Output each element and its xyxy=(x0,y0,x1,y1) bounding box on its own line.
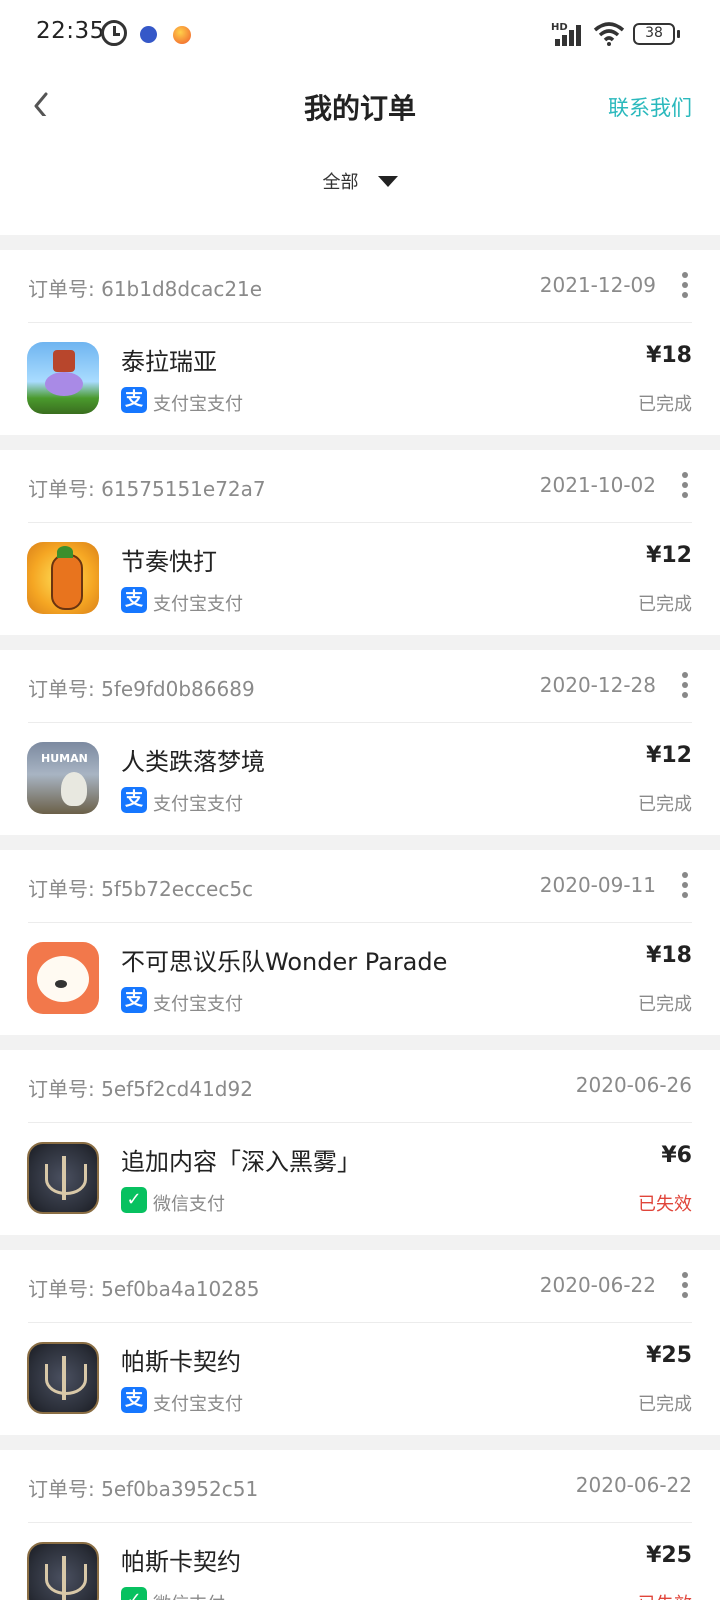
payment-method: 支付宝支付 xyxy=(153,1394,243,1415)
order-card[interactable]: 订单号: 5fe9fd0b86689 2020-12-28 人类跌落梦境 支 支… xyxy=(0,635,720,835)
order-number: 订单号: 5ef5f2cd41d92 xyxy=(28,1077,253,1101)
cell-signal-icon xyxy=(555,24,585,46)
product-name: 人类跌落梦境 xyxy=(121,748,265,776)
wechat-pay-icon: ✓ xyxy=(121,1187,147,1213)
terraria-icon xyxy=(27,342,99,414)
order-status: 已完成 xyxy=(638,794,692,815)
caret-down-icon xyxy=(377,175,398,187)
pascal-icon xyxy=(27,1342,99,1414)
order-header: 订单号: 61b1d8dcac21e 2021-12-09 xyxy=(28,250,692,323)
product-name: 不可思议乐队Wonder Parade xyxy=(121,948,448,976)
order-status: 已完成 xyxy=(638,594,692,615)
rhythm-icon xyxy=(27,542,99,614)
wifi-icon xyxy=(593,22,625,46)
order-price: ¥6 xyxy=(661,1143,692,1168)
order-price: ¥25 xyxy=(646,1343,692,1368)
order-date: 2020-09-11 xyxy=(539,873,656,897)
order-price: ¥18 xyxy=(646,943,692,968)
order-header: 订单号: 61575151e72a7 2021-10-02 xyxy=(28,450,692,523)
product-name: 追加内容「深入黑雾」 xyxy=(121,1148,361,1176)
alipay-icon: 支 xyxy=(121,587,147,613)
pascal-icon xyxy=(27,1542,99,1600)
order-number: 订单号: 61575151e72a7 xyxy=(28,477,266,501)
order-date: 2021-12-09 xyxy=(539,273,656,297)
notification-app-icon xyxy=(140,26,157,43)
payment-method: 微信支付 xyxy=(153,1590,225,1600)
status-time: 22:35 xyxy=(36,18,105,44)
alarm-icon xyxy=(101,20,127,46)
payment-method: 支付宝支付 xyxy=(153,794,243,815)
product-name: 帕斯卡契约 xyxy=(121,1548,241,1576)
product-name: 泰拉瑞亚 xyxy=(121,348,217,376)
order-filter-dropdown[interactable]: 全部 xyxy=(0,168,720,228)
order-header: 订单号: 5f5b72eccec5c 2020-09-11 xyxy=(28,850,692,923)
order-number: 订单号: 5f5b72eccec5c xyxy=(28,877,254,901)
order-number: 订单号: 61b1d8dcac21e xyxy=(28,277,263,301)
contact-us-link[interactable]: 联系我们 xyxy=(608,92,692,122)
order-number: 订单号: 5ef0ba3952c51 xyxy=(28,1477,259,1501)
order-status: 已失效 xyxy=(638,1590,692,1600)
order-date: 2020-12-28 xyxy=(539,673,656,697)
order-number: 订单号: 5ef0ba4a10285 xyxy=(28,1277,260,1301)
order-card[interactable]: 订单号: 5ef0ba3952c51 2020-06-22 帕斯卡契约 ✓ 微信… xyxy=(0,1435,720,1600)
order-price: ¥12 xyxy=(646,543,692,568)
order-price: ¥18 xyxy=(646,343,692,368)
order-date: 2021-10-02 xyxy=(539,473,656,497)
order-card[interactable]: 订单号: 5ef0ba4a10285 2020-06-22 帕斯卡契约 支 支付… xyxy=(0,1235,720,1435)
payment-method: 支付宝支付 xyxy=(153,594,243,615)
order-date: 2020-06-22 xyxy=(575,1473,692,1497)
product-name: 节奏快打 xyxy=(121,548,217,576)
order-list: 订单号: 61b1d8dcac21e 2021-12-09 泰拉瑞亚 支 支付宝… xyxy=(0,235,720,1600)
order-card[interactable]: 订单号: 5f5b72eccec5c 2020-09-11 不可思议乐队Wond… xyxy=(0,835,720,1035)
header: 我的订单 联系我们 xyxy=(0,70,720,140)
wechat-pay-icon: ✓ xyxy=(121,1587,147,1600)
filter-label: 全部 xyxy=(322,172,359,193)
payment-method: 支付宝支付 xyxy=(153,394,243,415)
order-date: 2020-06-26 xyxy=(575,1073,692,1097)
more-options-icon[interactable] xyxy=(682,472,688,498)
alipay-icon: 支 xyxy=(121,387,147,413)
status-bar: 22:35 HD 38 xyxy=(0,0,720,70)
more-options-icon[interactable] xyxy=(682,1272,688,1298)
bear-icon xyxy=(27,942,99,1014)
order-header: 订单号: 5fe9fd0b86689 2020-12-28 xyxy=(28,650,692,723)
order-price: ¥12 xyxy=(646,743,692,768)
notification-app-icon xyxy=(173,26,191,44)
product-name: 帕斯卡契约 xyxy=(121,1348,241,1376)
order-date: 2020-06-22 xyxy=(539,1273,656,1297)
order-header: 订单号: 5ef5f2cd41d92 2020-06-26 xyxy=(28,1050,692,1123)
order-header: 订单号: 5ef0ba3952c51 2020-06-22 xyxy=(28,1450,692,1523)
order-status: 已完成 xyxy=(638,394,692,415)
order-card[interactable]: 订单号: 5ef5f2cd41d92 2020-06-26 追加内容「深入黑雾」… xyxy=(0,1035,720,1235)
order-card[interactable]: 订单号: 61b1d8dcac21e 2021-12-09 泰拉瑞亚 支 支付宝… xyxy=(0,235,720,435)
payment-method: 支付宝支付 xyxy=(153,994,243,1015)
order-status: 已完成 xyxy=(638,1394,692,1415)
alipay-icon: 支 xyxy=(121,987,147,1013)
more-options-icon[interactable] xyxy=(682,272,688,298)
order-number: 订单号: 5fe9fd0b86689 xyxy=(28,677,255,701)
human-icon xyxy=(27,742,99,814)
order-card[interactable]: 订单号: 61575151e72a7 2021-10-02 节奏快打 支 支付宝… xyxy=(0,435,720,635)
order-header: 订单号: 5ef0ba4a10285 2020-06-22 xyxy=(28,1250,692,1323)
more-options-icon[interactable] xyxy=(682,672,688,698)
more-options-icon[interactable] xyxy=(682,872,688,898)
order-status: 已失效 xyxy=(638,1194,692,1215)
payment-method: 微信支付 xyxy=(153,1194,225,1215)
battery-icon: 38 xyxy=(633,23,680,45)
order-price: ¥25 xyxy=(646,1543,692,1568)
order-status: 已完成 xyxy=(638,994,692,1015)
pascal-icon xyxy=(27,1142,99,1214)
alipay-icon: 支 xyxy=(121,787,147,813)
alipay-icon: 支 xyxy=(121,1387,147,1413)
